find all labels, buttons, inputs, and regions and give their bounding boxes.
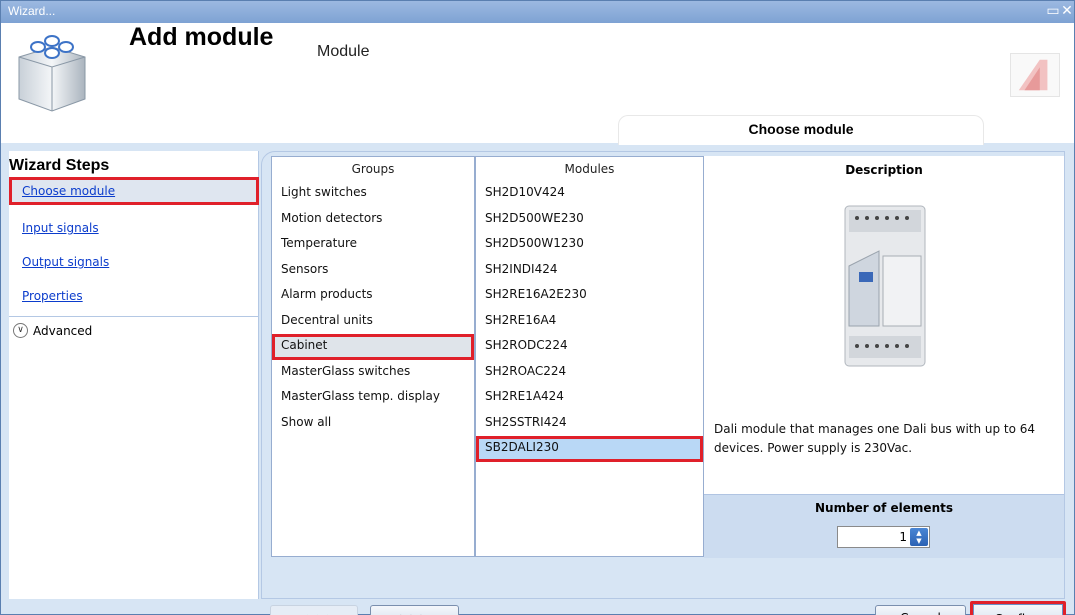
wizard-header: Add module Module Choose module [1,23,1074,149]
list-item[interactable]: MasterGlass temp. display [272,385,474,411]
confirm-button[interactable]: Confirm [970,601,1066,615]
step-heading-tab: Choose module [618,115,984,145]
next-button[interactable]: >>> [370,605,459,615]
wizard-steps-sidebar: Wizard Steps Choose module Input signals… [9,151,259,599]
list-item[interactable]: Show all [272,411,474,437]
description-title: Description [845,163,923,177]
previous-button[interactable]: <<< [270,605,358,615]
list-item[interactable]: Temperature [272,232,474,258]
modules-column-header: Modules [564,162,615,176]
list-item[interactable]: SH2RE16A2E230 [476,283,703,309]
window-title: Wizard... [8,4,56,18]
modules-list[interactable]: Modules SH2D10V424 SH2D500WE230 SH2D500W… [475,156,704,557]
step-properties[interactable]: Properties [9,283,259,311]
list-item[interactable]: SH2INDI424 [476,258,703,284]
title-bar: Wizard... ▭ ✕ [1,1,1074,23]
module-blocks-icon [18,35,86,112]
window-controls: ▭ ✕ [1046,3,1074,19]
list-item[interactable]: Decentral units [272,309,474,335]
stepper-value[interactable]: 1 [899,530,907,544]
wizard-window: Wizard... ▭ ✕ Add module Module Choose mo… [0,0,1075,615]
number-of-elements-stepper[interactable]: 1 ▲ ▼ [837,526,930,548]
list-item[interactable]: SH2SSTRI424 [476,411,703,437]
maximize-icon[interactable]: ▭ [1046,3,1060,19]
description-panel: Description Dali module that manages one… [704,156,1064,558]
list-item[interactable]: SH2RODC224 [476,334,703,360]
device-image [844,205,926,367]
list-item[interactable]: Alarm products [272,283,474,309]
list-item[interactable]: MasterGlass switches [272,360,474,386]
step-choose-module[interactable]: Choose module [9,177,259,205]
chevron-down-icon: ∨ [13,323,28,338]
list-item[interactable]: Motion detectors [272,207,474,233]
number-of-elements-panel: Number of elements 1 ▲ ▼ [704,494,1064,558]
advanced-toggle[interactable]: ∨ Advanced [13,323,92,338]
list-item[interactable]: SH2D10V424 [476,181,703,207]
cancel-button[interactable]: Cancel [875,605,966,615]
groups-list[interactable]: Groups Light switches Motion detectors T… [271,156,475,557]
list-item-selected[interactable]: Cabinet [272,334,474,360]
page-subtitle: Module [317,43,370,60]
advanced-label: Advanced [33,323,93,338]
stepper-arrows-icon[interactable]: ▲ ▼ [910,528,928,546]
sidebar-divider [9,316,259,317]
list-item[interactable]: SH2D500WE230 [476,207,703,233]
list-item[interactable]: SH2ROAC224 [476,360,703,386]
page-title: Add module [129,23,274,51]
list-item[interactable]: SH2RE16A4 [476,309,703,335]
list-item[interactable]: SH2RE1A424 [476,385,703,411]
brand-logo-icon [1010,53,1060,97]
confirm-button-label[interactable]: Confirm [973,604,1063,615]
close-icon[interactable]: ✕ [1060,3,1074,19]
wizard-steps-title: Wizard Steps [9,157,110,174]
list-item[interactable]: Sensors [272,258,474,284]
list-item[interactable]: SH2D500W1230 [476,232,703,258]
step-input-signals[interactable]: Input signals [9,215,259,243]
list-item-selected[interactable]: SB2DALI230 [476,436,703,462]
number-of-elements-title: Number of elements [814,501,953,515]
step-output-signals[interactable]: Output signals [9,249,259,277]
list-item[interactable]: Light switches [272,181,474,207]
groups-column-header: Groups [351,162,395,176]
description-text: Dali module that manages one Dali bus wi… [714,422,1036,455]
